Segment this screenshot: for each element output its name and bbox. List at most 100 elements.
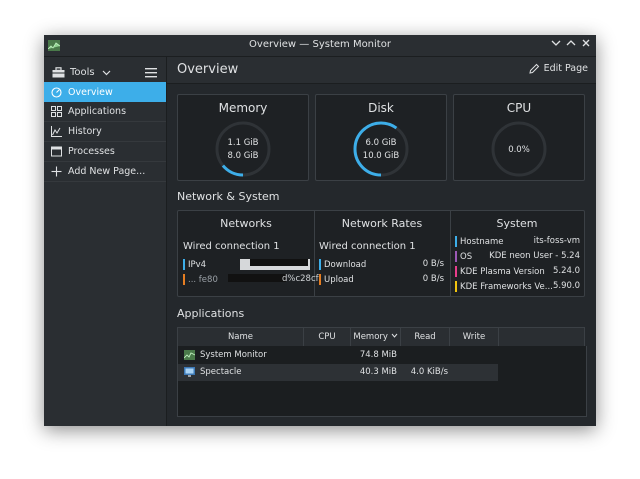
toolbox-icon — [52, 66, 65, 77]
sidebar-item-history[interactable]: History — [44, 122, 166, 142]
sidebar-item-label: Overview — [68, 86, 113, 98]
upload-value: 0 B/s — [422, 274, 444, 284]
networks-column: Networks Wired connection 1 IPv4 ... fe8… — [178, 211, 319, 297]
app-read — [401, 347, 448, 364]
memory-card: Memory 1.1 GiB 8.0 GiB — [177, 94, 309, 181]
tools-label: Tools — [70, 66, 95, 78]
minimize-button[interactable] — [549, 38, 563, 52]
processes-icon — [50, 146, 62, 158]
plasma-value: 5.24.0 — [552, 266, 580, 276]
chevron-down-icon — [551, 40, 561, 46]
memory-total: 8.0 GiB — [227, 151, 259, 161]
app-read: 4.0 KiB/s — [410, 367, 448, 377]
network-rates-column: Network Rates Wired connection 1 Downloa… — [314, 211, 451, 297]
cpu-value: 0.0% — [508, 145, 530, 155]
pencil-icon — [528, 63, 539, 74]
os-row: OS — [455, 251, 472, 262]
download-label: Download — [324, 259, 367, 270]
network-system-card: Networks Wired connection 1 IPv4 ... fe8… — [177, 210, 585, 297]
system-monitor-window: Overview — System Monitor Tools Overview… — [44, 35, 596, 426]
close-icon — [582, 39, 590, 47]
ipv4-redaction-mark — [250, 259, 308, 266]
app-name: Spectacle — [200, 367, 242, 377]
sidebar-item-label: Processes — [68, 146, 115, 157]
frameworks-label: KDE Frameworks Ve... — [460, 281, 553, 292]
page-header: Overview Edit Page — [167, 57, 596, 84]
chevron-down-icon — [102, 70, 111, 75]
disk-total: 10.0 GiB — [362, 151, 400, 161]
app-memory: 74.8 MiB — [359, 350, 397, 360]
sort-descending-icon — [391, 333, 398, 338]
sidebar-item-label: Applications — [68, 106, 127, 117]
memory-used: 1.1 GiB — [227, 138, 259, 148]
overview-icon — [50, 86, 62, 98]
upload-color-bar — [319, 274, 321, 285]
window-title: Overview — System Monitor — [249, 39, 391, 50]
sidebar-item-applications[interactable]: Applications — [44, 102, 166, 122]
title-bar: Overview — System Monitor — [44, 35, 596, 57]
hamburger-menu-button[interactable] — [145, 63, 157, 82]
download-value: 0 B/s — [422, 259, 444, 269]
column-header-memory[interactable]: Memory — [351, 328, 401, 346]
download-color-bar — [319, 259, 321, 270]
frameworks-row: KDE Frameworks Ve... — [455, 281, 553, 292]
app-name: System Monitor — [200, 350, 267, 360]
ipv4-color-bar — [183, 259, 185, 270]
upload-label: Upload — [324, 274, 354, 285]
sidebar-item-add-new-page[interactable]: Add New Page... — [44, 162, 166, 182]
main-content: Overview Edit Page Memory 1.1 GiB 8.0 Gi… — [167, 57, 596, 426]
sidebar-item-processes[interactable]: Processes — [44, 142, 166, 162]
system-monitor-app-icon — [184, 350, 195, 360]
table-row[interactable]: System Monitor 74.8 MiB — [178, 347, 498, 364]
edit-page-button[interactable]: Edit Page — [528, 63, 588, 74]
rates-connection: Wired connection 1 — [319, 241, 416, 252]
column-header-write[interactable]: Write — [450, 328, 499, 346]
chevron-up-icon — [566, 40, 576, 46]
network-rates-title: Network Rates — [341, 217, 423, 230]
table-row[interactable]: Spectacle 40.3 MiB 4.0 KiB/s — [178, 364, 498, 381]
ipv6-redaction-mark — [228, 274, 286, 282]
column-header-read[interactable]: Read — [401, 328, 450, 346]
ipv4-row: IPv4 — [183, 259, 206, 270]
cpu-gauge — [491, 121, 547, 177]
ipv6-prefix: ... fe80 — [188, 274, 218, 285]
disk-card: Disk 6.0 GiB 10.0 GiB — [315, 94, 447, 181]
frameworks-value: 5.90.0 — [552, 281, 580, 291]
ipv6-row: ... fe80 — [183, 274, 218, 285]
cpu-card: CPU 0.0% — [453, 94, 585, 181]
edit-page-label: Edit Page — [543, 63, 588, 74]
ipv4-label: IPv4 — [188, 259, 207, 270]
hostname-color-bar — [455, 236, 457, 247]
ipv6-color-bar — [183, 274, 185, 285]
column-header-name[interactable]: Name — [178, 328, 304, 346]
networks-connection: Wired connection 1 — [183, 241, 280, 252]
page-title: Overview — [177, 62, 239, 77]
sidebar: Tools Overview Applications History Proc… — [44, 57, 167, 426]
frameworks-color-bar — [455, 281, 457, 292]
os-value: KDE neon User - 5.24 — [489, 251, 580, 261]
sidebar-item-overview[interactable]: Overview — [44, 82, 166, 102]
column-header-cpu[interactable]: CPU — [304, 328, 351, 346]
sidebar-nav: Overview Applications History Processes — [44, 82, 166, 182]
plasma-color-bar — [455, 266, 457, 277]
disk-used: 6.0 GiB — [365, 138, 397, 148]
os-color-bar — [455, 251, 457, 262]
os-label: OS — [460, 251, 473, 262]
applications-table-header: Name CPU Memory Read Write — [177, 327, 585, 347]
system-column: System Hostname its-foss-vm OS KDE neon … — [450, 211, 584, 297]
applications-icon — [50, 106, 62, 118]
applications-title: Applications — [177, 307, 245, 320]
tools-menu-button[interactable]: Tools — [52, 62, 111, 82]
column-header-memory-label: Memory — [353, 332, 388, 342]
download-row: Download — [319, 259, 366, 270]
history-icon — [50, 126, 62, 138]
sidebar-item-label: Add New Page... — [68, 166, 146, 177]
app-memory: 40.3 MiB — [359, 367, 397, 377]
plus-icon — [50, 166, 62, 178]
maximize-button[interactable] — [564, 38, 578, 52]
hamburger-icon — [145, 68, 157, 78]
upload-row: Upload — [319, 274, 354, 285]
close-button[interactable] — [579, 38, 593, 52]
plasma-label: KDE Plasma Version — [460, 266, 545, 277]
network-system-title: Network & System — [177, 190, 280, 203]
